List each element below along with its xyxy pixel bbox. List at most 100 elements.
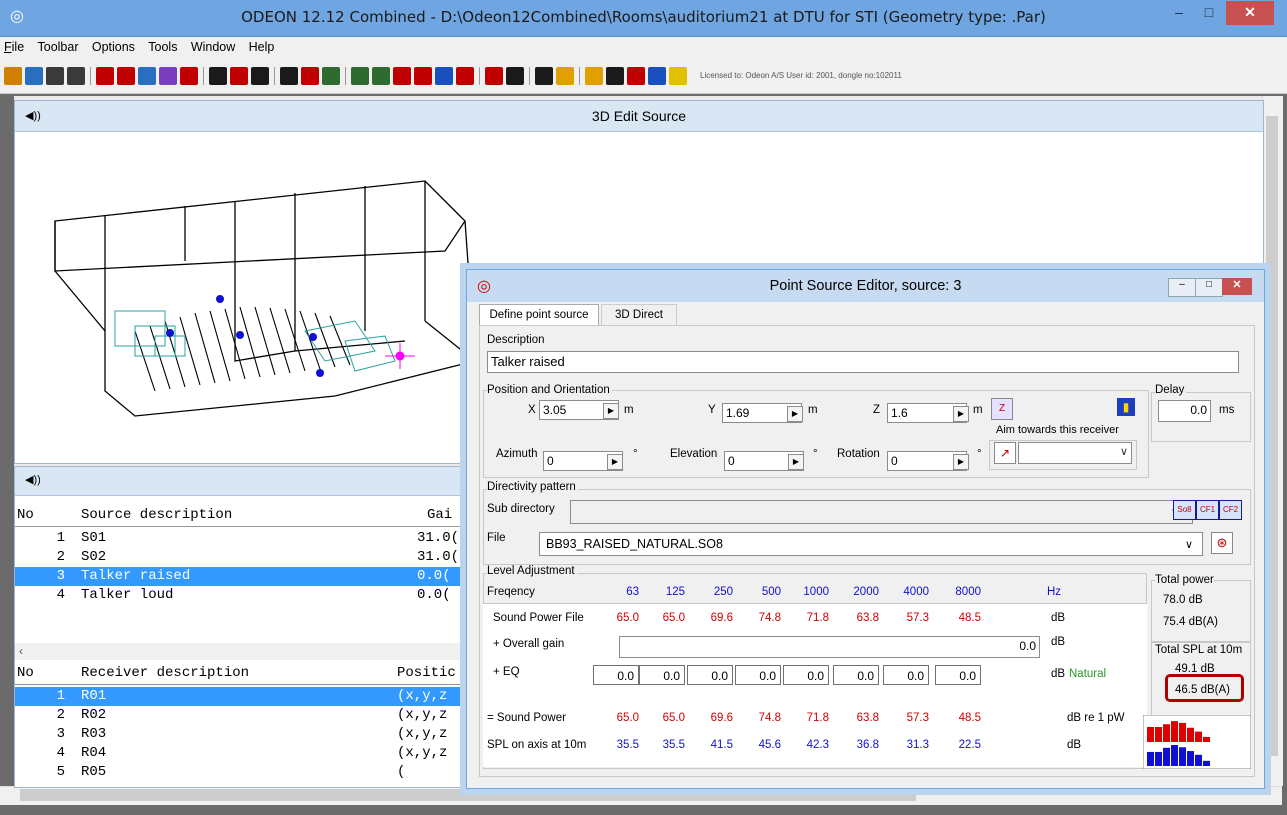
aim-receiver-select[interactable] bbox=[1018, 442, 1132, 464]
receiver-row[interactable]: 4 R04 (x,y,z bbox=[15, 744, 470, 763]
menu-toolbar[interactable]: Toolbar bbox=[34, 37, 85, 54]
receiver-row[interactable]: 3 R03 (x,y,z bbox=[15, 725, 470, 744]
tab-3d-direct[interactable]: 3D Direct bbox=[601, 304, 677, 326]
cell-gain: 0.0( bbox=[417, 568, 451, 584]
sound-power-label: = Sound Power bbox=[487, 712, 566, 724]
editor-minimize-button[interactable]: – bbox=[1168, 278, 1196, 297]
toolbar-tool-icon[interactable] bbox=[25, 67, 43, 85]
toolbar-tool-icon[interactable] bbox=[351, 67, 369, 85]
editor-maximize-button[interactable]: □ bbox=[1195, 278, 1223, 297]
vertical-scroll-thumb[interactable] bbox=[1266, 116, 1278, 756]
menu-file[interactable]: File bbox=[0, 37, 30, 54]
edit-3d-title: 3D Edit Source bbox=[591, 108, 687, 124]
sound-power-bar bbox=[1203, 736, 1210, 742]
menu-options[interactable]: Options bbox=[88, 37, 141, 54]
eq-input[interactable]: 0.0 bbox=[687, 665, 733, 685]
source-row[interactable]: 4 Talker loud 0.0( bbox=[15, 586, 470, 605]
eq-input[interactable]: 0.0 bbox=[735, 665, 781, 685]
toolbar-tool-icon[interactable] bbox=[506, 67, 524, 85]
menu-tools[interactable]: Tools bbox=[144, 37, 183, 54]
toolbar-tool-icon[interactable] bbox=[485, 67, 503, 85]
cell-desc: R01 bbox=[81, 688, 107, 704]
toolbar-tool-icon[interactable] bbox=[456, 67, 474, 85]
toolbar-tool-icon[interactable] bbox=[585, 67, 603, 85]
overall-gain-input[interactable]: 0.0 bbox=[619, 636, 1040, 658]
receiver-row[interactable]: 5 R05 ( bbox=[15, 763, 470, 782]
toolbar-tool-icon[interactable] bbox=[230, 67, 248, 85]
close-button[interactable]: ✕ bbox=[1226, 1, 1274, 25]
menu-window[interactable]: Window bbox=[187, 37, 241, 54]
sources-hscrollbar[interactable]: ‹ bbox=[15, 643, 470, 660]
spl-bar bbox=[1155, 751, 1162, 766]
so8-button[interactable]: So8 bbox=[1173, 500, 1196, 520]
azimuth-spin-icon[interactable]: ▶ bbox=[607, 454, 623, 470]
room-geometry-view[interactable] bbox=[45, 161, 485, 461]
total-power-db: 78.0 dB bbox=[1163, 594, 1203, 606]
toolbar-tool-icon[interactable] bbox=[251, 67, 269, 85]
receiver-row[interactable]: 1 R01 (x,y,z bbox=[15, 687, 470, 706]
toolbar-tool-icon[interactable] bbox=[535, 67, 553, 85]
toolbar-tool-icon[interactable] bbox=[648, 67, 666, 85]
rotation-spin-icon[interactable]: ▶ bbox=[953, 454, 969, 470]
save-position-icon[interactable]: ▮ bbox=[1117, 398, 1135, 416]
eq-input[interactable]: 0.0 bbox=[833, 665, 879, 685]
toolbar-tool-icon[interactable] bbox=[180, 67, 198, 85]
tab-define-point-source[interactable]: Define point source bbox=[479, 304, 599, 325]
toolbar-tool-icon[interactable] bbox=[556, 67, 574, 85]
toolbar-tool-icon[interactable] bbox=[606, 67, 624, 85]
eq-input[interactable]: 0.0 bbox=[883, 665, 929, 685]
toolbar-tool-icon[interactable] bbox=[96, 67, 114, 85]
editor-close-button[interactable]: ✕ bbox=[1222, 278, 1252, 295]
cf1-button[interactable]: CF1 bbox=[1196, 500, 1219, 520]
cf2-button[interactable]: CF2 bbox=[1219, 500, 1242, 520]
source-row[interactable]: 3 Talker raised 0.0( bbox=[15, 567, 470, 586]
horizontal-scroll-thumb[interactable] bbox=[20, 789, 916, 801]
toolbar-tool-icon[interactable] bbox=[372, 67, 390, 85]
eq-input[interactable]: 0.0 bbox=[639, 665, 685, 685]
toolbar-tool-icon[interactable] bbox=[280, 67, 298, 85]
frequency-label: Freqency bbox=[487, 586, 535, 598]
aim-receiver-icon[interactable]: ↗ bbox=[994, 442, 1016, 464]
menu-help[interactable]: Help bbox=[245, 37, 281, 54]
receiver-row[interactable]: 2 R02 (x,y,z bbox=[15, 706, 470, 725]
eq-input[interactable]: 0.0 bbox=[935, 665, 981, 685]
source-row[interactable]: 2 S02 31.0( bbox=[15, 548, 470, 567]
toolbar-tool-icon[interactable] bbox=[46, 67, 64, 85]
chevron-down-icon[interactable]: ∨ bbox=[1185, 538, 1193, 551]
toolbar-tool-icon[interactable] bbox=[117, 67, 135, 85]
toolbar-tool-icon[interactable] bbox=[669, 67, 687, 85]
toolbar-tool-icon[interactable] bbox=[138, 67, 156, 85]
eq-input[interactable]: 0.0 bbox=[783, 665, 829, 685]
license-text: Licensed to: Odeon A/S User id: 2001, do… bbox=[700, 71, 902, 80]
subdir-select[interactable] bbox=[570, 500, 1193, 524]
z-spin-icon[interactable]: ▶ bbox=[953, 406, 969, 422]
toolbar-tool-icon[interactable] bbox=[435, 67, 453, 85]
y-spin-icon[interactable]: ▶ bbox=[787, 406, 803, 422]
source-receiver-list-window[interactable]: ◀)) No Source description Gai 1 S01 31.0(2… bbox=[14, 466, 486, 788]
spl-label: SPL on axis at 10m bbox=[487, 739, 587, 751]
toolbar-tool-icon[interactable] bbox=[67, 67, 85, 85]
directivity-plot-icon[interactable]: ⊛ bbox=[1211, 532, 1233, 554]
source-row[interactable]: 1 S01 31.0( bbox=[15, 529, 470, 548]
scroll-left-icon[interactable]: ‹ bbox=[19, 644, 23, 658]
toolbar-tool-icon[interactable] bbox=[393, 67, 411, 85]
description-input[interactable]: Talker raised bbox=[487, 351, 1239, 373]
toolbar-tool-icon[interactable] bbox=[159, 67, 177, 85]
toolbar-tool-icon[interactable] bbox=[627, 67, 645, 85]
minimize-button[interactable]: – bbox=[1164, 1, 1194, 25]
maximize-button[interactable]: □ bbox=[1194, 1, 1224, 25]
toolbar-tool-icon[interactable] bbox=[414, 67, 432, 85]
delay-input[interactable]: 0.0 bbox=[1158, 400, 1211, 422]
toolbar-tool-icon[interactable] bbox=[4, 67, 22, 85]
toolbar-tool-icon[interactable] bbox=[301, 67, 319, 85]
value-cell: 250 bbox=[713, 586, 733, 598]
z-level-icon[interactable]: Z bbox=[991, 398, 1013, 420]
x-spin-icon[interactable]: ▶ bbox=[603, 403, 619, 419]
toolbar-tool-icon[interactable] bbox=[209, 67, 227, 85]
chevron-down-icon[interactable]: ∨ bbox=[1120, 445, 1128, 458]
elevation-spin-icon[interactable]: ▶ bbox=[788, 454, 804, 470]
point-source-editor-dialog[interactable]: ◎ Point Source Editor, source: 3 – □ ✕ D… bbox=[466, 269, 1265, 789]
toolbar-tool-icon[interactable] bbox=[322, 67, 340, 85]
file-select[interactable]: BB93_RAISED_NATURAL.SO8 bbox=[539, 532, 1203, 556]
eq-input[interactable]: 0.0 bbox=[593, 665, 639, 685]
